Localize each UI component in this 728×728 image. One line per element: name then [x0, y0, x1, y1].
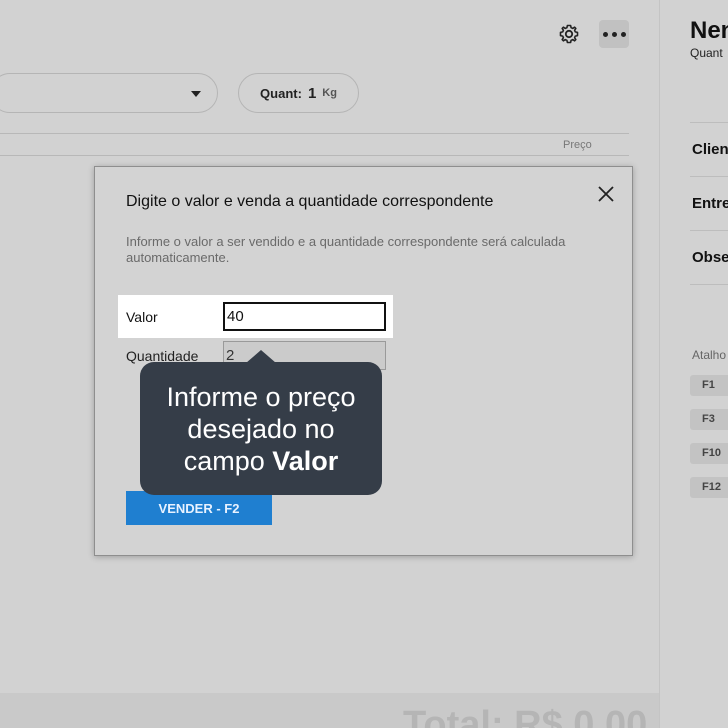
total-amount: Total: R$ 0,00: [403, 704, 648, 728]
tooltip-line-3-bold: Valor: [272, 445, 339, 476]
shortcut-key-f3: F3: [690, 409, 728, 430]
sidebar-title: Nen: [690, 17, 728, 44]
close-icon[interactable]: [596, 184, 616, 204]
gear-icon[interactable]: [557, 22, 581, 46]
value-field-highlight: Valor: [118, 295, 393, 338]
shortcut-key-f1: F1: [690, 375, 728, 396]
tooltip-line-2: desejado no: [187, 413, 335, 444]
tutorial-tooltip: Informe o preço desejado no campo Valor: [140, 350, 382, 495]
tooltip-line-1: Informe o preço: [166, 381, 356, 412]
sidebar-divider: [690, 176, 728, 177]
more-options-button[interactable]: [599, 20, 629, 48]
right-sidebar: Nen Quant Clien Entre Obse Atalho F1 F3 …: [660, 0, 728, 728]
more-horizontal-icon: [602, 31, 608, 37]
tooltip-arrow: [246, 350, 276, 363]
dialog-description: Informe o valor a ser vendido e a quanti…: [126, 234, 566, 265]
dialog-title: Digite o valor e venda a quantidade corr…: [126, 193, 494, 210]
sidebar-divider: [690, 230, 728, 231]
value-label: Valor: [126, 309, 158, 325]
tooltip-line-3: campo Valor: [184, 445, 339, 477]
sidebar-row-entrega[interactable]: Entre: [692, 195, 728, 212]
sidebar-subtitle: Quant: [690, 46, 723, 60]
quantity-pill[interactable]: Quant: 1 Kg: [238, 73, 359, 113]
table-divider: [0, 133, 629, 134]
sidebar-divider: [690, 284, 728, 285]
sidebar-row-observacao[interactable]: Obse: [692, 249, 728, 266]
value-input[interactable]: [223, 302, 386, 331]
sell-button[interactable]: VENDER - F2: [126, 491, 272, 525]
product-select[interactable]: [0, 73, 218, 113]
shortcut-key-f10: F10: [690, 443, 728, 464]
tooltip-line-3-prefix: campo: [183, 445, 273, 476]
quantity-label: Quant:: [260, 85, 302, 101]
sidebar-row-cliente[interactable]: Clien: [692, 141, 728, 158]
shortcut-key-f12: F12: [690, 477, 728, 498]
sidebar-divider: [690, 122, 728, 123]
quantity-value: 1: [307, 84, 317, 102]
quantity-unit: Kg: [322, 87, 337, 99]
shortcuts-label: Atalho: [692, 348, 727, 362]
sell-by-value-dialog: Digite o valor e venda a quantidade corr…: [94, 166, 633, 556]
caret-down-icon: [191, 91, 201, 97]
table-divider: [0, 155, 629, 156]
price-column-header: Preço: [563, 139, 592, 151]
